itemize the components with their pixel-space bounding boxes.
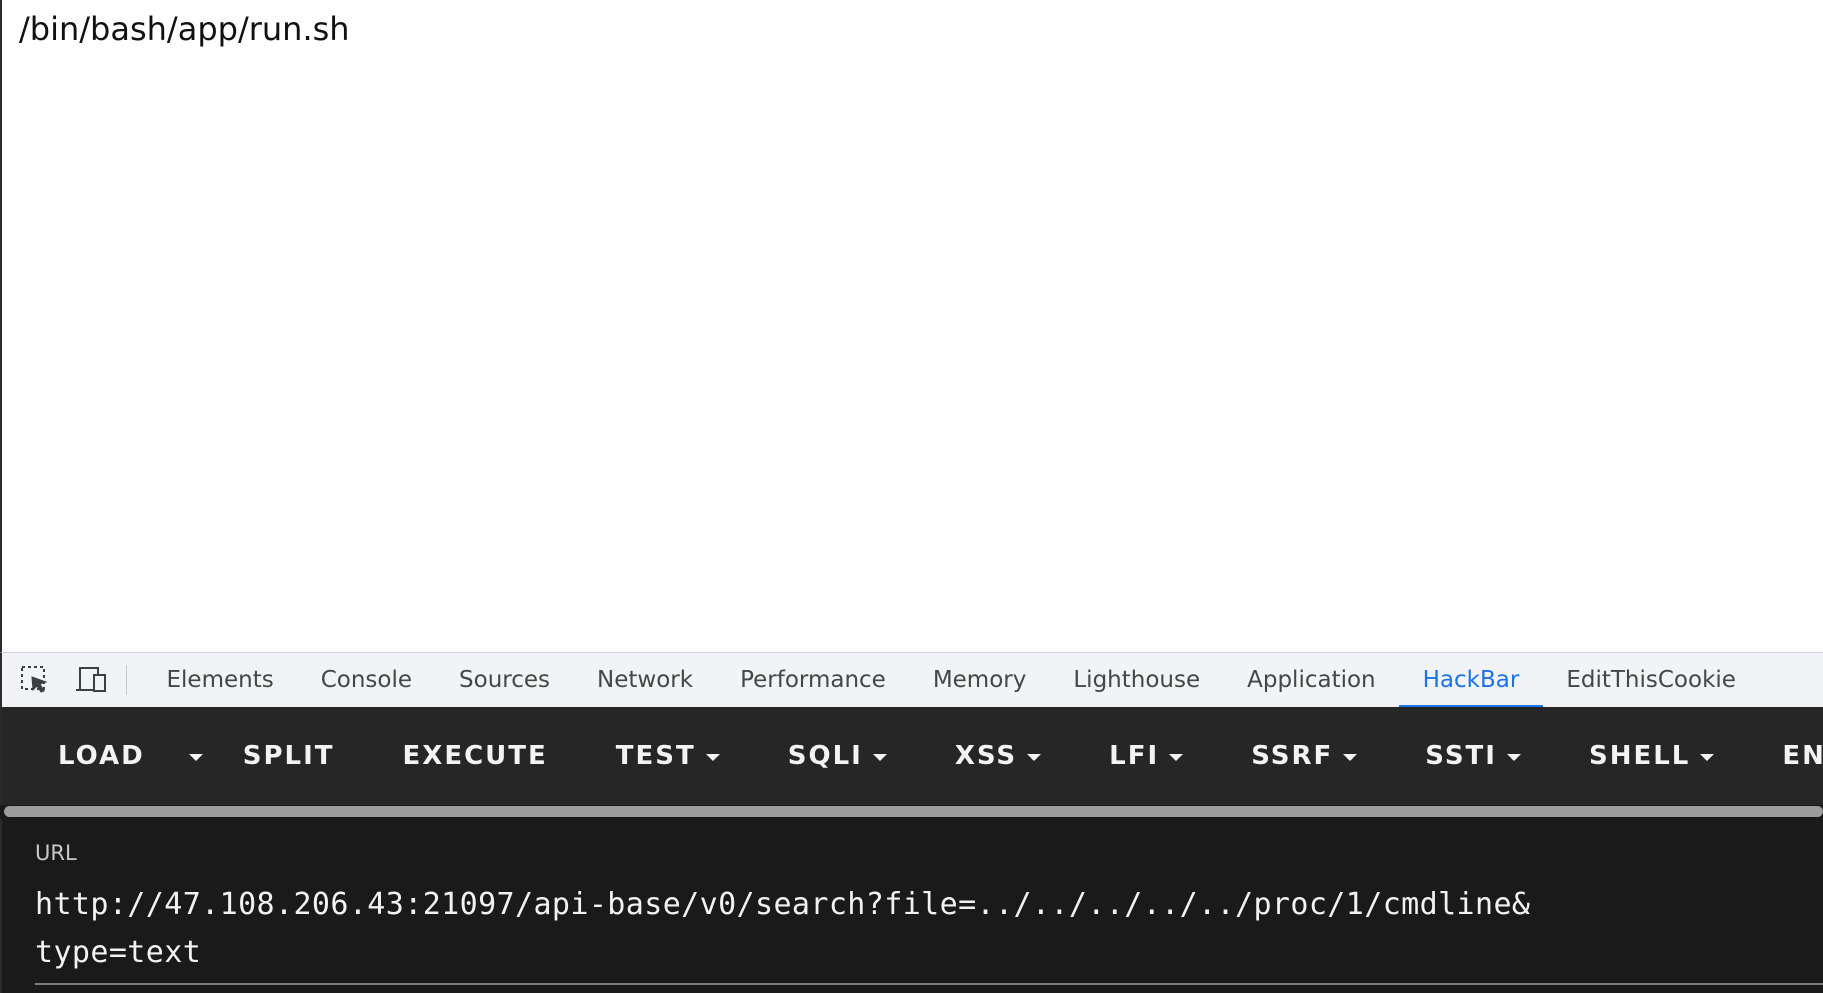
hackbar-body: URL http://47.108.206.43:21097/api-base/…	[0, 819, 1823, 993]
ssti-menu-button[interactable]: SSTI	[1425, 707, 1521, 805]
xss-menu-label: XSS	[954, 741, 1018, 771]
encoding-menu-button[interactable]: ENCO	[1782, 707, 1823, 805]
lfi-menu-button[interactable]: LFI	[1109, 707, 1184, 805]
inspect-element-icon[interactable]	[18, 663, 52, 697]
url-input-underline	[35, 983, 1823, 985]
tab-lighthouse[interactable]: Lighthouse	[1050, 653, 1224, 708]
tab-editthiscookie[interactable]: EditThisCookie	[1543, 653, 1760, 708]
tab-elements[interactable]: Elements	[143, 653, 297, 708]
test-menu-label: TEST	[615, 741, 696, 771]
ssrf-menu-label: SSRF	[1251, 741, 1334, 771]
lfi-menu-label: LFI	[1109, 741, 1160, 771]
hackbar-toolbar: LOAD SPLIT EXECUTE TEST SQLI XSS LFI SSR…	[0, 707, 1823, 805]
hackbar-toolbar-scrollbar[interactable]	[0, 805, 1823, 819]
scrollbar-thumb[interactable]	[4, 806, 1823, 817]
tab-network[interactable]: Network	[574, 653, 717, 708]
tab-sources[interactable]: Sources	[436, 653, 574, 708]
xss-menu-button[interactable]: XSS	[954, 707, 1042, 805]
chevron-down-icon	[1700, 753, 1715, 761]
url-input[interactable]: http://47.108.206.43:21097/api-base/v0/s…	[35, 881, 1535, 977]
page-response-text: /bin/bash/app/run.sh	[19, 10, 350, 48]
chevron-down-icon	[1343, 753, 1358, 761]
sqli-menu-label: SQLI	[787, 741, 863, 771]
chevron-down-icon	[1169, 753, 1184, 761]
url-label: URL	[35, 841, 77, 865]
load-button[interactable]: LOAD	[58, 707, 145, 805]
tab-separator	[126, 665, 127, 695]
chevron-down-icon	[705, 753, 720, 761]
tab-application[interactable]: Application	[1224, 653, 1400, 708]
load-dropdown-button[interactable]	[188, 707, 213, 805]
execute-button[interactable]: EXECUTE	[403, 707, 548, 805]
split-button[interactable]: SPLIT	[243, 707, 335, 805]
shell-menu-button[interactable]: SHELL	[1588, 707, 1715, 805]
shell-menu-label: SHELL	[1588, 741, 1691, 771]
tab-console[interactable]: Console	[297, 653, 435, 708]
tab-memory[interactable]: Memory	[909, 653, 1050, 708]
page-viewport: /bin/bash/app/run.sh	[0, 0, 1823, 652]
ssrf-menu-button[interactable]: SSRF	[1251, 707, 1358, 805]
chevron-down-icon	[1027, 753, 1042, 761]
tab-performance[interactable]: Performance	[717, 653, 910, 708]
tab-hackbar[interactable]: HackBar	[1399, 653, 1543, 708]
devtools-tab-bar: Elements Console Sources Network Perform…	[0, 652, 1823, 708]
chevron-down-icon	[188, 753, 203, 761]
chevron-down-icon	[872, 753, 887, 761]
test-menu-button[interactable]: TEST	[616, 707, 720, 805]
ssti-menu-label: SSTI	[1425, 741, 1497, 771]
sqli-menu-button[interactable]: SQLI	[788, 707, 887, 805]
chevron-down-icon	[1506, 753, 1521, 761]
device-toolbar-icon[interactable]	[74, 663, 108, 697]
